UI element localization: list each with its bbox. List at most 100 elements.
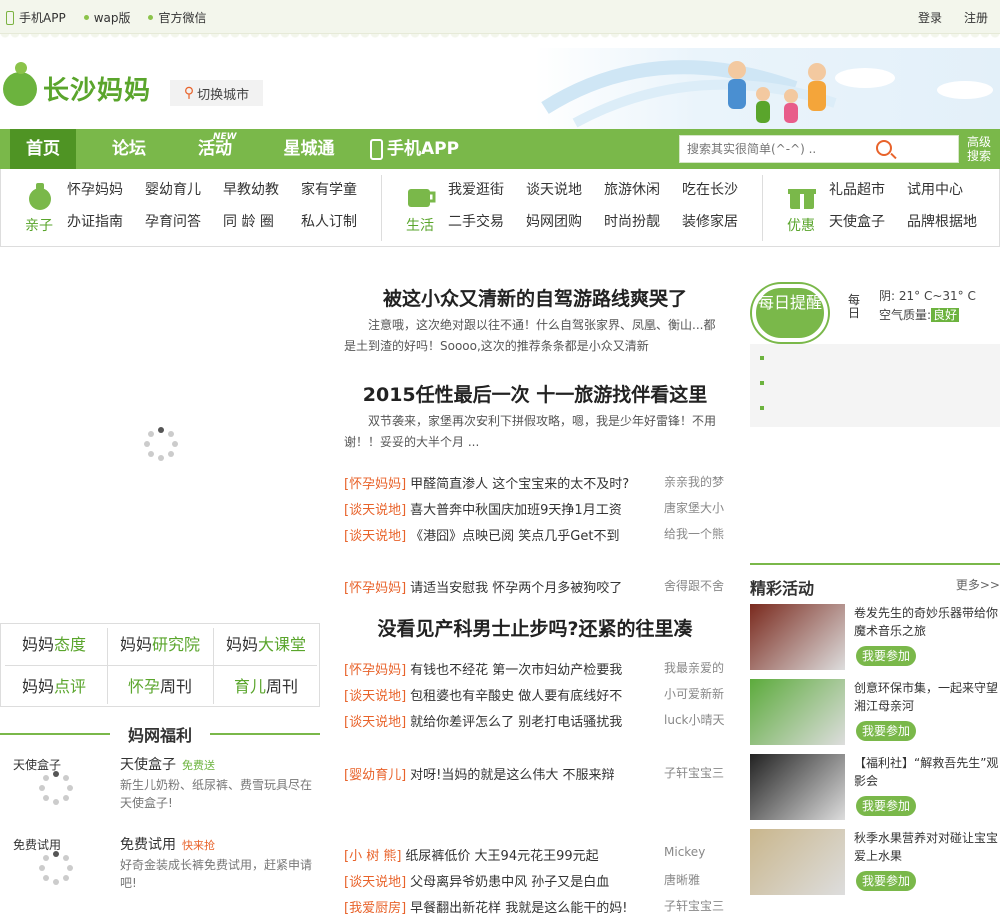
post-author[interactable]: 我最亲爱的 (664, 659, 726, 676)
post-title[interactable]: 请适当安慰我 怀孕两个月多被狗咬了 (410, 581, 622, 596)
post-row[interactable]: [小 树 熊] 纸尿裤低价 大王94元花王99元起 Mickey (344, 845, 726, 865)
category-link[interactable]: 装修家居 (682, 211, 760, 231)
post-row[interactable]: [谈天说地] 喜大普奔中秋国庆加班9天挣1月工资 唐家堡大小 (344, 499, 726, 519)
headline[interactable]: 没看见产科男士止步吗?还紧的往里凑 (344, 614, 726, 641)
join-button[interactable]: 我要参加 (856, 796, 916, 816)
post-tag[interactable]: [谈天说地] (344, 875, 406, 890)
category-link[interactable]: 怀孕妈妈 (67, 179, 145, 199)
activity-item[interactable]: 秋季水果营养对对碰让宝宝爱上水果 我要参加 (750, 829, 1000, 895)
post-row[interactable]: [我爱厨房] 早餐翻出新花样 我就是这么能干的妈! 子轩宝宝三 (344, 897, 726, 917)
nav-home[interactable]: 首页 (10, 129, 76, 169)
activity-image[interactable] (750, 754, 845, 820)
welfare-item-title[interactable]: 免费试用 快来抢 (120, 834, 215, 854)
post-author[interactable]: 亲亲我的梦 (664, 473, 726, 490)
mama-column-link[interactable]: 怀孕周刊 (107, 666, 213, 708)
welfare-item-title[interactable]: 天使盒子 免费送 (120, 754, 215, 774)
post-row[interactable]: [怀孕妈妈] 有钱也不经花 第一次市妇幼产检要我 我最亲爱的 (344, 659, 726, 679)
login-link[interactable]: 登录 (918, 9, 942, 26)
mama-column-link[interactable]: 育儿周刊 (213, 666, 319, 708)
post-row[interactable]: [谈天说地] 包租婆也有辛酸史 做人要有底线好不 小可爱新新 (344, 685, 726, 705)
post-row[interactable]: [婴幼育儿] 对呀!当妈的就是这么伟大 不服来辩 子轩宝宝三 (344, 764, 726, 784)
site-logo[interactable]: 长沙妈妈 (3, 61, 151, 107)
post-tag[interactable]: [谈天说地] (344, 715, 406, 730)
category-link[interactable]: 天使盒子 (829, 211, 907, 231)
post-title[interactable]: 包租婆也有辛酸史 做人要有底线好不 (410, 689, 622, 704)
post-row[interactable]: [谈天说地] 就给你差评怎么了 别老打电话骚扰我 luck小晴天 (344, 711, 726, 731)
post-tag[interactable]: [谈天说地] (344, 503, 406, 518)
activity-image[interactable] (750, 679, 845, 745)
category-link[interactable]: 谈天说地 (526, 179, 604, 199)
post-author[interactable]: Mickey (664, 845, 726, 859)
advanced-search-link[interactable]: 高级搜索 (962, 135, 996, 163)
post-author[interactable]: luck小晴天 (664, 711, 726, 728)
post-author[interactable]: 舍得跟不舍 (664, 577, 726, 594)
activity-title[interactable]: 创意环保市集，一起来守望湘江母亲河 (854, 679, 1000, 715)
category-link[interactable]: 同 龄 圈 (223, 211, 301, 231)
post-author[interactable]: 小可爱新新 (664, 685, 726, 702)
nav-activities[interactable]: 活动 NEW (182, 129, 248, 169)
post-author[interactable]: 唐晰雅 (664, 871, 726, 888)
register-link[interactable]: 注册 (964, 9, 988, 26)
activity-image[interactable] (750, 604, 845, 670)
wechat-link[interactable]: 官方微信 (148, 9, 207, 26)
category-link[interactable]: 办证指南 (67, 211, 145, 231)
post-tag[interactable]: [谈天说地] (344, 529, 406, 544)
post-tag[interactable]: [怀孕妈妈] (344, 581, 406, 596)
welfare-item[interactable]: 天使盒子 天使盒子 免费送 新生儿奶粉、纸尿裤、费雪玩具尽在天使盒子! (0, 756, 320, 822)
post-row[interactable]: [谈天说地] 父母离异爷奶患中风 孙子又是白血 唐晰雅 (344, 871, 726, 891)
category-label[interactable]: 优惠 (781, 215, 821, 235)
activity-item[interactable]: 卷发先生的奇妙乐器带给你魔术音乐之旅 我要参加 (750, 604, 1000, 670)
activity-title[interactable]: 【福利社】“解救吾先生”观影会 (854, 754, 1000, 790)
join-button[interactable]: 我要参加 (856, 721, 916, 741)
search-icon[interactable] (876, 140, 892, 156)
join-button[interactable]: 我要参加 (856, 871, 916, 891)
post-title[interactable]: 喜大普奔中秋国庆加班9天挣1月工资 (410, 503, 622, 518)
headline[interactable]: 2015任性最后一次 十一旅游找伴看这里 (344, 380, 726, 407)
mobile-app-link[interactable]: 手机APP (6, 9, 66, 26)
category-label[interactable]: 生活 (400, 215, 440, 235)
join-button[interactable]: 我要参加 (856, 646, 916, 666)
post-row[interactable]: [怀孕妈妈] 甲醛简直渗人 这个宝宝来的太不及时? 亲亲我的梦 (344, 473, 726, 493)
switch-city-button[interactable]: ⚲ 切换城市 (170, 80, 263, 106)
activity-item[interactable]: 创意环保市集，一起来守望湘江母亲河 我要参加 (750, 679, 1000, 745)
category-link[interactable]: 吃在长沙 (682, 179, 760, 199)
post-title[interactable]: 《港囧》点映已阅 笑点几乎Get不到 (410, 529, 619, 544)
category-link[interactable]: 私人订制 (301, 211, 379, 231)
post-author[interactable]: 唐家堡大小 (664, 499, 726, 516)
activities-more-link[interactable]: 更多>> (956, 576, 1000, 593)
category-link[interactable]: 品牌根据地 (907, 211, 985, 231)
post-tag[interactable]: [谈天说地] (344, 689, 406, 704)
post-tag[interactable]: [婴幼育儿] (344, 768, 406, 783)
post-author[interactable]: 子轩宝宝三 (664, 764, 726, 781)
post-row[interactable]: [谈天说地] 《港囧》点映已阅 笑点几乎Get不到 给我一个熊 (344, 525, 726, 545)
post-author[interactable]: 子轩宝宝三 (664, 897, 726, 914)
category-link[interactable]: 二手交易 (448, 211, 526, 231)
category-link[interactable]: 妈网团购 (526, 211, 604, 231)
category-link[interactable]: 家有学童 (301, 179, 379, 199)
post-tag[interactable]: [怀孕妈妈] (344, 477, 406, 492)
post-title[interactable]: 有钱也不经花 第一次市妇幼产检要我 (410, 663, 622, 678)
post-tag[interactable]: [小 树 熊] (344, 849, 401, 864)
category-link[interactable]: 我爱逛街 (448, 179, 526, 199)
post-author[interactable]: 给我一个熊 (664, 525, 726, 542)
post-title[interactable]: 就给你差评怎么了 别老打电话骚扰我 (410, 715, 622, 730)
activity-item[interactable]: 【福利社】“解救吾先生”观影会 我要参加 (750, 754, 1000, 820)
post-row[interactable]: [怀孕妈妈] 请适当安慰我 怀孕两个月多被狗咬了 舍得跟不舍 (344, 577, 726, 597)
wap-link[interactable]: wap版 (83, 9, 130, 26)
mama-column-link[interactable]: 妈妈大课堂 (213, 624, 319, 666)
post-title[interactable]: 甲醛简直渗人 这个宝宝来的太不及时? (410, 477, 629, 492)
category-link[interactable]: 试用中心 (907, 179, 985, 199)
nav-xingchengtong[interactable]: 星城通 (276, 129, 342, 169)
nav-mobile-app[interactable]: 手机APP (370, 129, 470, 169)
post-title[interactable]: 对呀!当妈的就是这么伟大 不服来辩 (410, 768, 614, 783)
category-link[interactable]: 时尚扮靓 (604, 211, 682, 231)
category-link[interactable]: 婴幼育儿 (145, 179, 223, 199)
post-title[interactable]: 纸尿裤低价 大王94元花王99元起 (405, 849, 598, 864)
nav-forum[interactable]: 论坛 (96, 129, 162, 169)
category-link[interactable]: 礼品超市 (829, 179, 907, 199)
mama-column-link[interactable]: 妈妈研究院 (107, 624, 213, 666)
category-link[interactable]: 旅游休闲 (604, 179, 682, 199)
post-tag[interactable]: [怀孕妈妈] (344, 663, 406, 678)
activity-title[interactable]: 卷发先生的奇妙乐器带给你魔术音乐之旅 (854, 604, 1000, 640)
mama-column-link[interactable]: 妈妈态度 (1, 624, 107, 666)
